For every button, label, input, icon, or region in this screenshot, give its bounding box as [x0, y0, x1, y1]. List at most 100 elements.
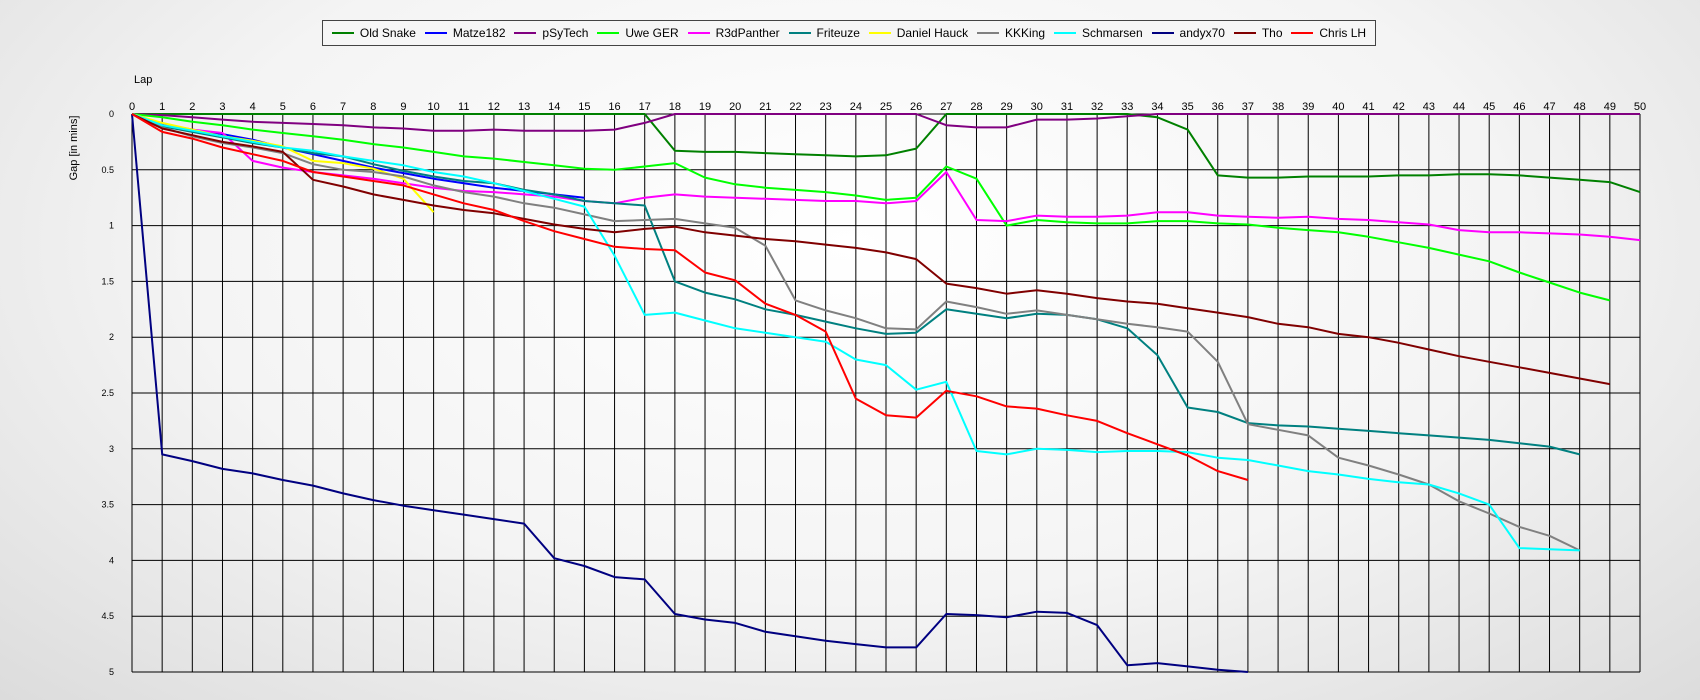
legend-label: Tho — [1261, 26, 1283, 40]
x-tick-label: 5 — [280, 101, 286, 113]
legend-item: Uwe GER — [597, 26, 679, 40]
legend-swatch — [424, 32, 447, 34]
x-tick-label: 33 — [1121, 101, 1133, 113]
x-tick-label: 27 — [940, 101, 952, 113]
series-line-uwe-ger — [131, 113, 1611, 302]
legend-item: pSyTech — [514, 26, 588, 40]
x-tick-label: 29 — [1001, 101, 1013, 113]
x-tick-label: 7 — [340, 101, 346, 113]
legend-label: R3dPanther — [715, 26, 780, 40]
y-tick-label: 0.5 — [101, 165, 114, 175]
legend-swatch — [1151, 32, 1174, 34]
x-tick-label: 39 — [1302, 101, 1314, 113]
x-tick-label: 37 — [1242, 101, 1254, 113]
legend-label: andyx70 — [1179, 26, 1225, 40]
x-tick-label: 31 — [1061, 101, 1073, 113]
x-tick-label: 28 — [970, 101, 982, 113]
x-tick-label: 22 — [789, 101, 801, 113]
x-tick-label: 47 — [1543, 101, 1555, 113]
legend-item: Tho — [1233, 26, 1283, 40]
x-tick-label: 38 — [1272, 101, 1284, 113]
x-tick-label: 9 — [400, 101, 406, 113]
x-tick-label: 4 — [250, 101, 256, 113]
legend-swatch — [1291, 32, 1314, 34]
x-tick-label: 23 — [820, 101, 832, 113]
x-tick-label: 11 — [458, 101, 469, 113]
x-tick-label: 1 — [159, 101, 165, 113]
legend-item: Daniel Hauck — [868, 26, 969, 40]
y-tick-label: 3.5 — [101, 500, 114, 510]
x-tick-label: 18 — [669, 101, 681, 113]
x-tick-label: 44 — [1453, 101, 1465, 113]
x-tick-label: 6 — [310, 101, 316, 113]
x-tick-label: 19 — [699, 101, 711, 113]
legend-label: Old Snake — [359, 26, 416, 40]
legend-label: Schmarsen — [1081, 26, 1143, 40]
legend-item: andyx70 — [1151, 26, 1225, 40]
y-tick-label: 3 — [109, 444, 114, 454]
x-tick-label: 3 — [219, 101, 225, 113]
x-tick-label: 34 — [1151, 101, 1163, 113]
x-tick-label: 0 — [129, 101, 135, 113]
x-tick-label: 20 — [729, 101, 741, 113]
legend-item: KKKing — [977, 26, 1045, 40]
legend-item: R3dPanther — [687, 26, 780, 40]
legend-swatch — [597, 32, 620, 34]
legend-item: Old Snake — [331, 26, 416, 40]
legend-swatch — [868, 32, 891, 34]
x-tick-label: 24 — [850, 101, 862, 113]
x-tick-label: 48 — [1574, 101, 1586, 113]
chart-grid — [131, 113, 1641, 673]
y-tick-label: 4.5 — [101, 611, 114, 621]
x-tick-label: 45 — [1483, 101, 1495, 113]
x-tick-label: 36 — [1212, 101, 1224, 113]
legend-label: Friteuze — [816, 26, 860, 40]
legend-item: Friteuze — [788, 26, 860, 40]
y-tick-labels: 0 0.5 1 1.5 2 2.5 3 3.5 4 4.5 5 — [101, 109, 114, 677]
chart-legend: Old Snake Matze182 pSyTech Uwe GER R3dPanthe… — [322, 20, 1376, 46]
legend-label: Matze182 — [452, 26, 506, 40]
y-tick-label: 2 — [109, 332, 114, 342]
x-tick-label: 50 — [1634, 101, 1646, 113]
legend-item: Chris LH — [1291, 26, 1366, 40]
x-tick-label: 41 — [1362, 101, 1374, 113]
x-tick-label: 46 — [1513, 101, 1525, 113]
series-line-chris-lh — [131, 113, 1249, 481]
legend-item: Schmarsen — [1053, 26, 1143, 40]
y-tick-label: 1 — [109, 221, 114, 231]
x-tick-label: 2 — [189, 101, 195, 113]
y-tick-label: 2.5 — [101, 388, 114, 398]
x-tick-label: 49 — [1604, 101, 1616, 113]
legend-swatch — [687, 32, 710, 34]
x-tick-label: 32 — [1091, 101, 1103, 113]
y-tick-label: 4 — [109, 555, 114, 565]
legend-swatch — [977, 32, 1000, 34]
y-tick-label: 0 — [109, 109, 114, 119]
x-tick-label: 13 — [518, 101, 530, 113]
x-tick-label: 35 — [1181, 101, 1193, 113]
legend-swatch — [331, 32, 354, 34]
y-tick-label: 5 — [109, 667, 114, 677]
legend-label: Chris LH — [1319, 26, 1367, 40]
legend-swatch — [514, 32, 537, 34]
x-tick-label: 10 — [427, 101, 439, 113]
x-tick-label: 21 — [759, 101, 771, 113]
x-tick-label: 17 — [639, 101, 651, 113]
x-tick-label: 43 — [1423, 101, 1435, 113]
x-tick-label: 16 — [608, 101, 620, 113]
legend-label: Daniel Hauck — [896, 26, 969, 40]
x-tick-label: 15 — [578, 101, 590, 113]
legend-label: pSyTech — [542, 26, 589, 40]
legend-label: Uwe GER — [625, 26, 679, 40]
x-tick-labels: 0 1 2 3 4 5 6 7 8 9 10 11 12 13 14 15 16 17 18 19 20 21 22 23 24… — [129, 101, 1646, 113]
x-axis-label: Lap — [134, 74, 152, 86]
x-tick-label: 25 — [880, 101, 892, 113]
gap-chart: 0 1 2 3 4 5 6 7 8 9 10 11 12 13 14 15 16 17 18 19 20 21 22 23 24… — [68, 74, 1646, 677]
x-tick-label: 42 — [1393, 101, 1405, 113]
y-tick-label: 1.5 — [101, 276, 114, 286]
legend-swatch — [1053, 32, 1076, 34]
legend-swatch — [788, 32, 811, 34]
legend-label: KKKing — [1005, 26, 1046, 40]
legend-item: Matze182 — [424, 26, 506, 40]
series-line-tho — [131, 113, 1610, 386]
